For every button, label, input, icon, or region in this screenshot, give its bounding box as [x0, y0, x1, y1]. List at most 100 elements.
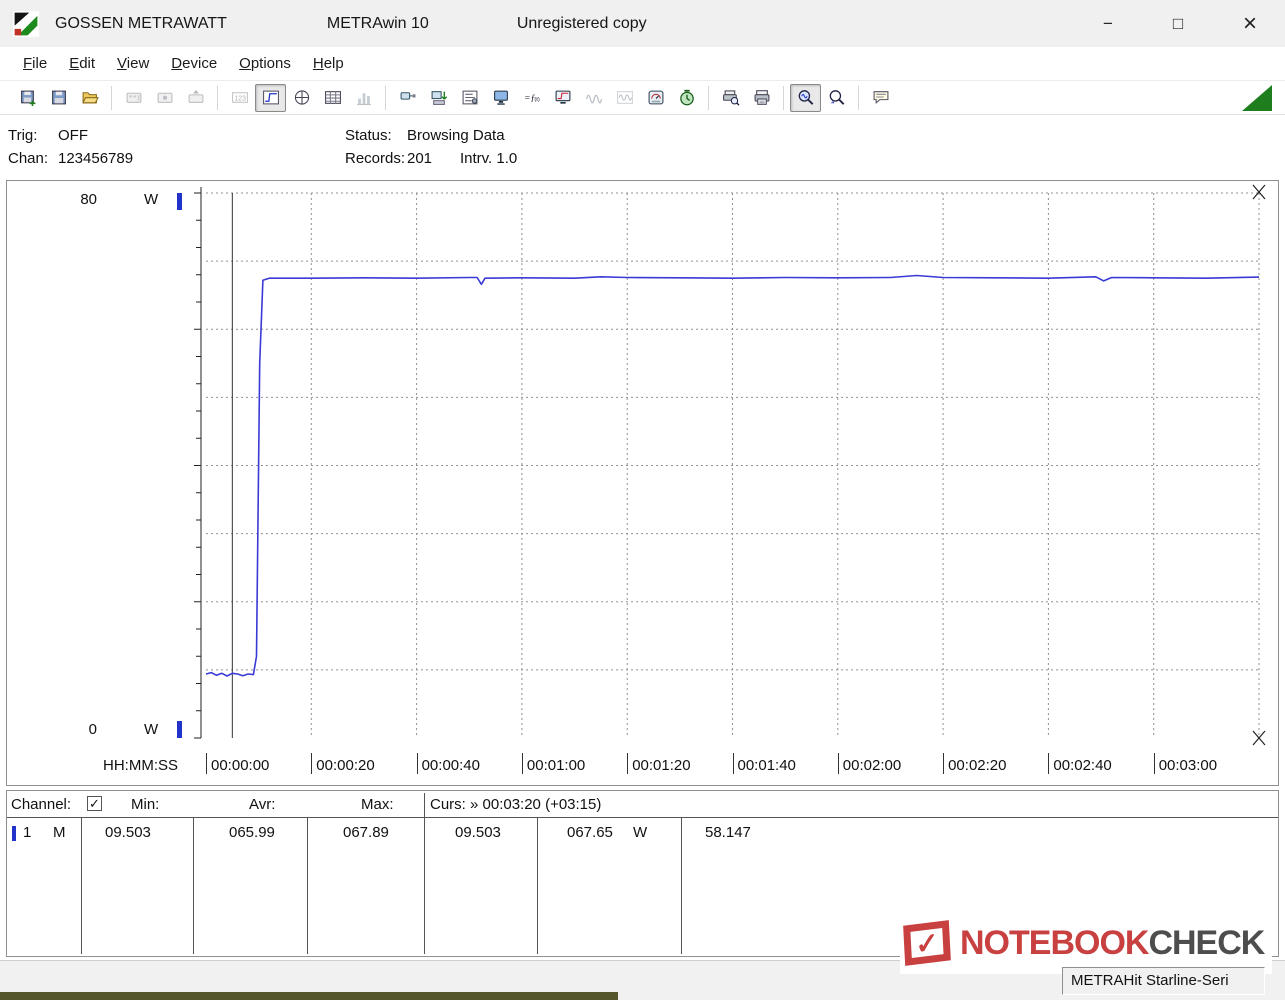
col-header-avr: Avr: [249, 796, 276, 813]
status-label: Status: [345, 127, 392, 144]
table-column-divider [424, 793, 425, 954]
open-data-button[interactable] [12, 84, 43, 112]
toolbar-separator [217, 85, 218, 110]
window-title-brand: GOSSEN METRAWATT [55, 14, 227, 32]
device-config-button[interactable] [454, 84, 485, 112]
card-export-icon [125, 89, 143, 106]
open-folder-button[interactable] [74, 84, 105, 112]
toolbar-separator [111, 85, 112, 110]
toolbar-separator [783, 85, 784, 110]
device-monitor-button[interactable] [485, 84, 516, 112]
save-file-icon [50, 89, 68, 106]
trend-chart[interactable] [7, 181, 1278, 751]
maximize-button[interactable]: □ [1155, 0, 1201, 47]
print-button[interactable] [746, 84, 777, 112]
bargraph-view-icon [355, 89, 373, 106]
x-axis-tick-label: 00:01:40 [732, 753, 796, 774]
menu-item-options[interactable]: Options [228, 51, 302, 76]
x-axis-tick-label: 00:02:40 [1048, 753, 1112, 774]
table-view-icon [324, 89, 342, 106]
status-value: Browsing Data [407, 127, 505, 144]
waveform-a-button[interactable] [578, 84, 609, 112]
device-config-icon [461, 89, 479, 106]
annotation-button[interactable] [865, 84, 896, 112]
table-column-divider [81, 818, 82, 954]
multimeter-button[interactable] [640, 84, 671, 112]
formula-button[interactable]: =ƒ (t) [516, 84, 547, 112]
numeric-view-button[interactable]: 123 [224, 84, 255, 112]
numeric-view-icon: 123 [231, 89, 249, 106]
print-preview-button[interactable] [715, 84, 746, 112]
x-axis-tick-label: 00:01:00 [521, 753, 585, 774]
formula-icon: =ƒ (t) [523, 89, 541, 106]
menu-item-view[interactable]: View [106, 51, 160, 76]
zoom-mode-button[interactable] [790, 83, 821, 112]
menu-item-edit[interactable]: Edit [58, 51, 106, 76]
notebookcheck-logo-icon: ✓ [903, 920, 951, 966]
cell-cursor2: 067.65 [567, 824, 613, 841]
cell-min: 09.503 [105, 824, 151, 841]
zoom-pan-button[interactable] [821, 84, 852, 112]
toolbar: 123 =ƒ (t) [0, 80, 1285, 115]
notebookcheck-watermark: ✓ NOTEBOOK CHECK [900, 912, 1272, 974]
device-monitor-icon [492, 89, 510, 106]
time-axis: HH:MM:SS 00:00:00 00:00:20 00:00:40 00:01:0… [7, 751, 1278, 783]
col-header-channel: Channel: [11, 796, 72, 813]
cell-mode: M [53, 824, 66, 841]
y-axis-max-label: 80 [80, 191, 97, 208]
waveform-b-icon [616, 89, 634, 106]
toolbar-separator [708, 85, 709, 110]
card-snapshot-button[interactable] [149, 84, 180, 112]
scope-view-icon [293, 89, 311, 106]
close-button[interactable]: × [1227, 0, 1273, 47]
interval-label: Intrv. 1.0 [460, 150, 518, 167]
card-eject-button[interactable] [180, 84, 211, 112]
waveform-a-icon [585, 89, 603, 106]
save-file-button[interactable] [43, 84, 74, 112]
print-icon [753, 89, 771, 106]
channel-color-marker [12, 826, 16, 841]
trend-view-button[interactable] [255, 83, 286, 112]
svg-text:(t): (t) [534, 97, 540, 103]
channel-visible-checkbox[interactable]: ✓ [87, 796, 102, 811]
x-axis-tick-label: 00:00:20 [311, 753, 375, 774]
cell-cursor1: 09.503 [455, 824, 501, 841]
toolbar-separator [385, 85, 386, 110]
watermark-text-primary: NOTEBOOK [960, 923, 1149, 962]
window-title-note: Unregistered copy [516, 14, 647, 32]
card-export-button[interactable] [118, 84, 149, 112]
chan-label: Chan: [8, 150, 49, 167]
cell-max: 067.89 [343, 824, 389, 841]
minimize-button[interactable]: − [1085, 0, 1131, 47]
chan-value: 123456789 [58, 150, 134, 167]
timer-button[interactable] [671, 84, 702, 112]
y-axis-unit-top: W [144, 191, 159, 208]
waveform-b-button[interactable] [609, 84, 640, 112]
zoom-pan-icon [828, 89, 846, 106]
table-column-divider [681, 818, 682, 954]
x-axis-tick-label: 00:00:00 [206, 753, 269, 774]
cell-delta: 58.147 [705, 824, 751, 841]
resize-grip-icon [1242, 85, 1272, 111]
time-axis-format-label: HH:MM:SS [103, 757, 178, 774]
pc-display-button[interactable] [547, 84, 578, 112]
menu-item-device[interactable]: Device [160, 51, 228, 76]
card-eject-icon [187, 89, 205, 106]
device-connect-button[interactable] [392, 84, 423, 112]
svg-text:123: 123 [234, 95, 246, 102]
trig-value: OFF [58, 127, 88, 144]
menu-item-help[interactable]: Help [302, 51, 355, 76]
table-view-button[interactable] [317, 84, 348, 112]
zoom-mode-icon [797, 89, 815, 106]
device-download-button[interactable] [423, 84, 454, 112]
app-window: { "window": { "brand": "GOSSEN METRAWATT… [0, 0, 1285, 1000]
open-folder-icon [81, 89, 99, 106]
table-header-divider [7, 817, 1278, 818]
background-window-edge [0, 992, 618, 1000]
window-title-app: METRAwin 10 [326, 14, 429, 32]
bargraph-view-button[interactable] [348, 84, 379, 112]
col-header-max: Max: [361, 796, 394, 813]
scope-view-button[interactable] [286, 84, 317, 112]
menu-item-file[interactable]: File [12, 51, 58, 76]
titlebar: GOSSEN METRAWATT METRAwin 10 Unregistere… [0, 0, 1285, 47]
